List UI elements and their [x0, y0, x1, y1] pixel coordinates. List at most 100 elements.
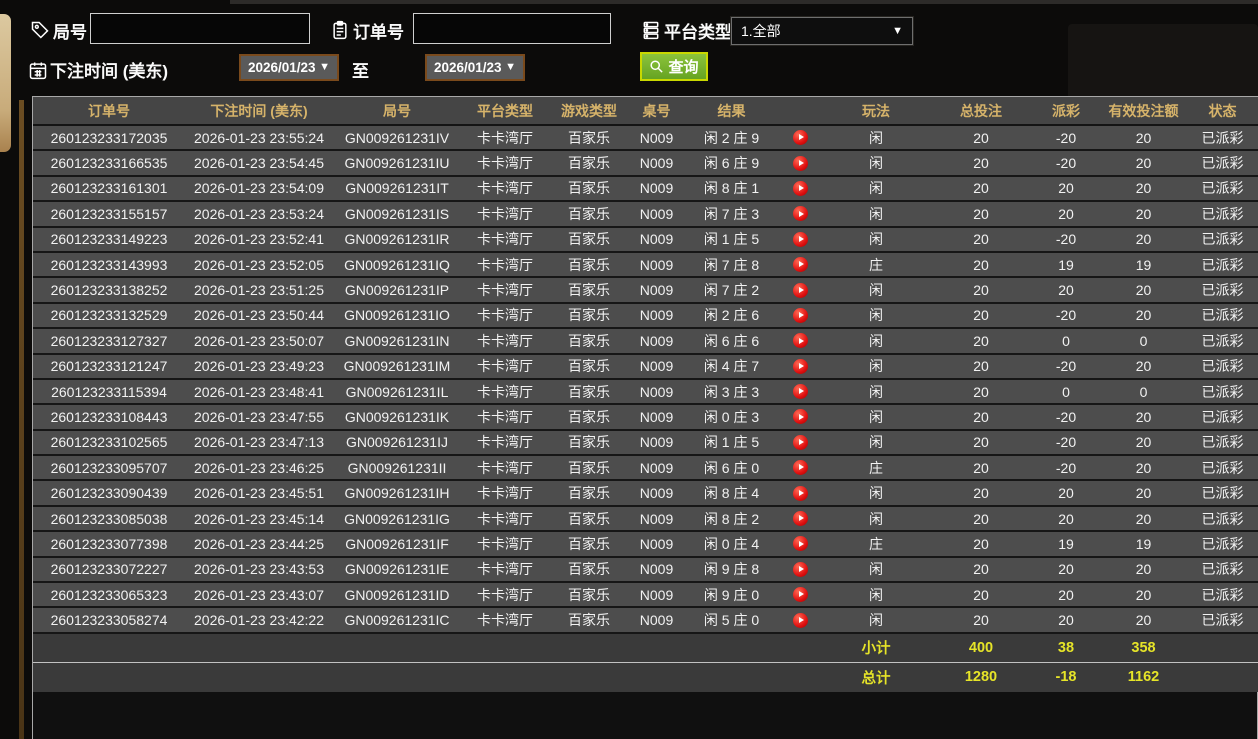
play-icon[interactable] [792, 561, 808, 577]
valid-bet-cell: 20 [1101, 505, 1186, 533]
date-to-select[interactable]: 2026/01/23 ▼ [425, 54, 525, 81]
total-label: 总计 [821, 661, 931, 692]
round-id-cell: GN009261231IN [333, 328, 461, 355]
platform-type-select[interactable]: 1.全部 ▼ [731, 17, 913, 45]
bet-time-cell: 2026-01-23 23:48:41 [185, 378, 333, 406]
play-icon[interactable] [792, 358, 808, 374]
payout-cell: 19 [1031, 251, 1101, 279]
bet-time-cell: 2026-01-23 23:46:25 [185, 455, 333, 482]
table-row: 260123233115394 2026-01-23 23:48:41 GN00… [33, 378, 1258, 406]
play-icon[interactable] [792, 434, 808, 450]
order-id-cell: 260123233108443 [33, 404, 185, 431]
table-no-cell: N009 [629, 582, 684, 609]
play-icon[interactable] [792, 206, 808, 222]
table-no-cell: N009 [629, 201, 684, 228]
table-no-cell: N009 [629, 277, 684, 304]
play-icon[interactable] [792, 257, 808, 273]
game-type-cell: 百家乐 [549, 378, 629, 406]
platform-cell: 卡卡湾厅 [461, 480, 549, 507]
play-icon[interactable] [792, 384, 808, 400]
play-icon[interactable] [792, 485, 808, 501]
play-icon[interactable] [792, 307, 808, 323]
round-id-cell: GN009261231IR [333, 226, 461, 253]
col-valid-bet: 有效投注额 [1101, 97, 1186, 126]
status-badge: 已派彩 [1186, 353, 1258, 380]
subtotal-valid-bet: 358 [1101, 632, 1186, 663]
platform-cell: 卡卡湾厅 [461, 251, 549, 279]
status-badge: 已派彩 [1186, 480, 1258, 507]
query-button[interactable]: 查询 [640, 52, 708, 81]
col-status: 状态 [1186, 97, 1258, 126]
play-icon[interactable] [792, 130, 808, 146]
play-icon[interactable] [792, 333, 808, 349]
result-cell: 闲 8 庄 1 [684, 175, 779, 203]
game-type-cell: 百家乐 [549, 226, 629, 253]
play-icon[interactable] [792, 409, 808, 425]
total-bet-cell: 20 [931, 480, 1031, 507]
order-id-cell: 260123233121247 [33, 353, 185, 380]
payout-cell: 20 [1031, 480, 1101, 507]
calendar-icon [28, 60, 48, 80]
platform-cell: 卡卡湾厅 [461, 226, 549, 253]
result-cell: 闲 2 庄 9 [684, 125, 779, 152]
total-bet-cell: 20 [931, 429, 1031, 457]
order-number-input[interactable] [413, 13, 611, 44]
background-strip [230, 0, 1258, 4]
order-id-cell: 260123233138252 [33, 277, 185, 304]
platform-cell: 卡卡湾厅 [461, 455, 549, 482]
result-cell: 闲 7 庄 2 [684, 277, 779, 304]
col-bet-time: 下注时间 (美东) [185, 97, 333, 126]
game-type-cell: 百家乐 [549, 201, 629, 228]
date-range-to-label: 至 [352, 62, 369, 81]
date-from-select[interactable]: 2026/01/23 ▼ [239, 54, 339, 81]
status-badge: 已派彩 [1186, 226, 1258, 253]
play-icon[interactable] [792, 587, 808, 603]
subtotal-total-bet: 400 [931, 632, 1031, 663]
platform-cell: 卡卡湾厅 [461, 607, 549, 634]
play-icon[interactable] [792, 282, 808, 298]
chevron-down-icon: ▼ [892, 24, 903, 37]
status-badge: 已派彩 [1186, 556, 1258, 584]
bet-time-cell: 2026-01-23 23:51:25 [185, 277, 333, 304]
total-bet-cell: 20 [931, 328, 1031, 355]
valid-bet-cell: 20 [1101, 353, 1186, 380]
col-round-id: 局号 [333, 97, 461, 126]
platform-type-value: 1.全部 [741, 23, 781, 39]
bet-time-cell: 2026-01-23 23:55:24 [185, 125, 333, 152]
play-type-cell: 闲 [821, 175, 931, 203]
round-id-cell: GN009261231IE [333, 556, 461, 584]
play-icon[interactable] [792, 155, 808, 171]
play-icon[interactable] [792, 180, 808, 196]
search-icon [650, 60, 664, 73]
round-id-cell: GN009261231IQ [333, 251, 461, 279]
valid-bet-cell: 19 [1101, 251, 1186, 279]
status-badge: 已派彩 [1186, 175, 1258, 203]
valid-bet-cell: 20 [1101, 607, 1186, 634]
play-icon[interactable] [792, 612, 808, 628]
play-type-cell: 闲 [821, 125, 931, 152]
bet-time-cell: 2026-01-23 23:52:41 [185, 226, 333, 253]
valid-bet-cell: 20 [1101, 175, 1186, 203]
play-icon[interactable] [792, 511, 808, 527]
table-no-cell: N009 [629, 404, 684, 431]
replay-cell [779, 328, 821, 355]
bet-time-cell: 2026-01-23 23:47:55 [185, 404, 333, 431]
play-type-cell: 闲 [821, 150, 931, 177]
total-bet-cell: 20 [931, 607, 1031, 634]
table-no-cell: N009 [629, 226, 684, 253]
total-bet-cell: 20 [931, 455, 1031, 482]
play-type-cell: 庄 [821, 455, 931, 482]
play-icon[interactable] [792, 460, 808, 476]
play-type-cell: 闲 [821, 277, 931, 304]
round-id-cell: GN009261231IO [333, 302, 461, 330]
replay-cell [779, 455, 821, 482]
play-icon[interactable] [792, 536, 808, 552]
play-type-cell: 闲 [821, 302, 931, 330]
platform-cell: 卡卡湾厅 [461, 150, 549, 177]
round-number-input[interactable] [90, 13, 310, 44]
total-bet-cell: 20 [931, 175, 1031, 203]
play-icon[interactable] [792, 231, 808, 247]
result-cell: 闲 8 庄 2 [684, 505, 779, 533]
chevron-down-icon: ▼ [505, 61, 516, 73]
status-badge: 已派彩 [1186, 404, 1258, 431]
